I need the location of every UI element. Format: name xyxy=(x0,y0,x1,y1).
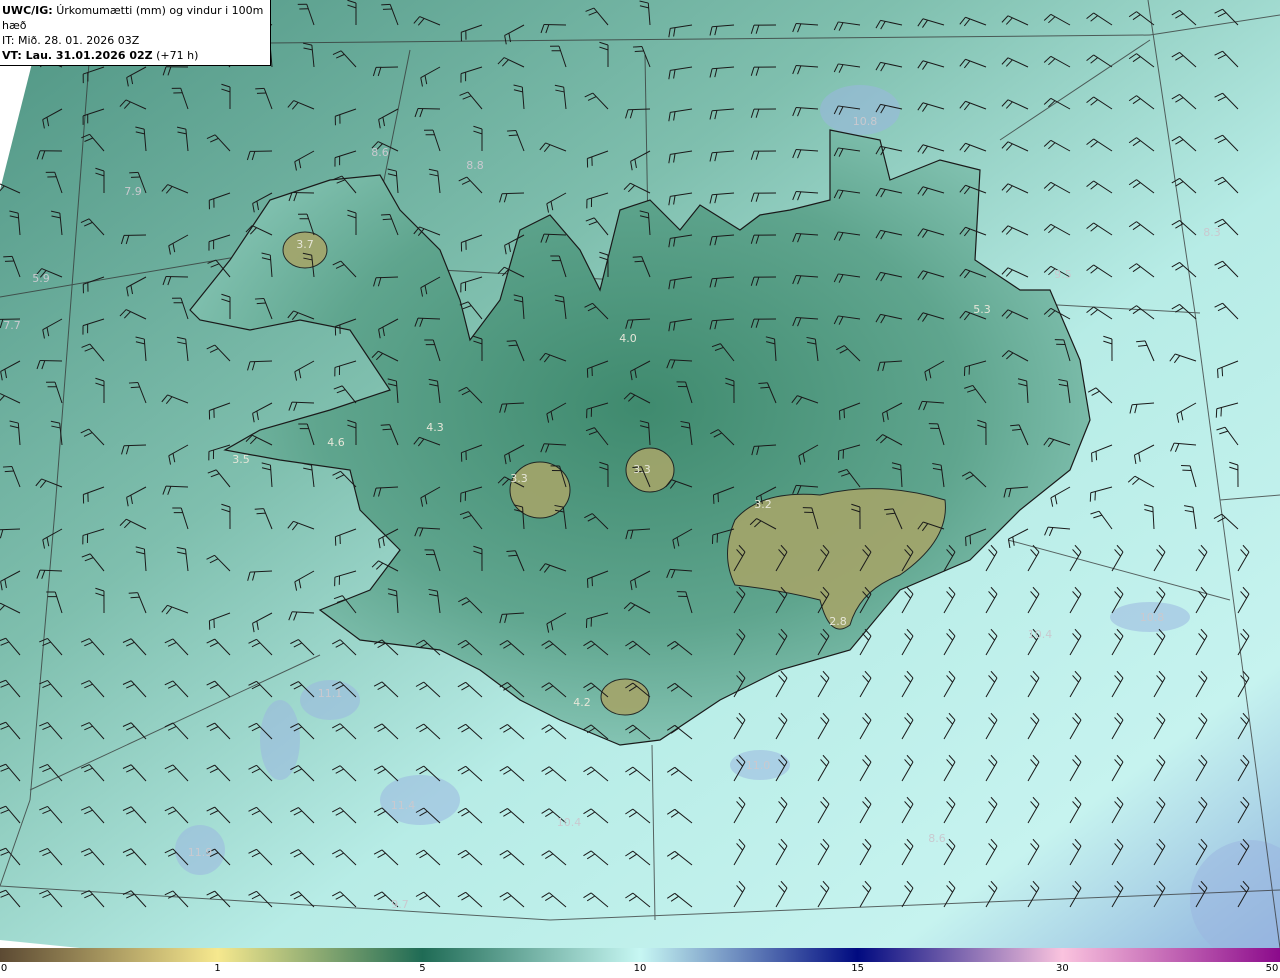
value-label: 3.3 xyxy=(633,463,651,476)
value-label: 10.4 xyxy=(557,816,582,829)
colorbar-tick-label: 1 xyxy=(214,963,221,974)
value-label: 7.9 xyxy=(124,185,142,198)
value-label: 8.3 xyxy=(1203,226,1221,239)
precip-patch xyxy=(300,680,360,720)
value-label: 3.5 xyxy=(232,453,250,466)
value-label: 9.7 xyxy=(391,898,409,911)
lead-time: (+71 h) xyxy=(156,49,199,62)
value-label: 10.4 xyxy=(1028,628,1053,641)
value-label: 10.8 xyxy=(853,115,878,128)
value-label: 10.8 xyxy=(1140,611,1165,624)
model-name: UWC/IG: xyxy=(2,4,53,17)
valid-time: VT: Lau. 31.01.2026 02Z xyxy=(2,49,153,62)
value-label: 3.2 xyxy=(754,498,772,511)
value-label: 8.6 xyxy=(928,832,946,845)
value-label: 5.3 xyxy=(973,303,991,316)
value-label: 9.5 xyxy=(1054,268,1072,281)
colorbar-tick-label: 30 xyxy=(1056,963,1069,974)
value-label: 8.6 xyxy=(371,146,389,159)
colorbar-tick-label: 50 xyxy=(1265,963,1279,974)
glacier-myrdalsjokull xyxy=(600,678,650,716)
value-label: 3.3 xyxy=(510,472,528,485)
value-label: 8.8 xyxy=(466,159,484,172)
colorbar-ticks: 0 1 5 10 15 30 50 xyxy=(0,962,1280,978)
value-label: 11.1 xyxy=(318,687,343,700)
value-label: 4.0 xyxy=(619,332,637,345)
colorbar xyxy=(0,948,1280,962)
value-label: 4.3 xyxy=(426,421,444,434)
value-label: 11.0 xyxy=(746,759,771,772)
init-time: IT: Mið. 28. 01. 2026 03Z xyxy=(2,34,140,47)
weather-map: 3.7 5.9 7.7 7.9 8.6 8.8 4.0 5.3 4.3 4.6 3.5 3.3 3.3 3… xyxy=(0,0,1280,948)
colorbar-tick-label: 15 xyxy=(851,963,864,974)
value-label: 5.9 xyxy=(32,272,50,285)
value-label: 11.4 xyxy=(391,799,416,812)
map-header: UWC/IG: Úrkomumætti (mm) og vindur i 100… xyxy=(0,0,271,66)
value-label: 11.9 xyxy=(188,846,213,859)
colorbar-tick-label: 0 xyxy=(0,963,8,974)
value-label: 7.7 xyxy=(3,319,21,332)
value-label: 3.7 xyxy=(296,238,314,251)
value-label: 4.6 xyxy=(327,436,345,449)
value-label: 2.8 xyxy=(829,615,847,628)
value-label: 4.2 xyxy=(573,696,591,709)
colorbar-tick-label: 5 xyxy=(419,963,426,974)
colorbar-tick-label: 10 xyxy=(633,963,647,974)
